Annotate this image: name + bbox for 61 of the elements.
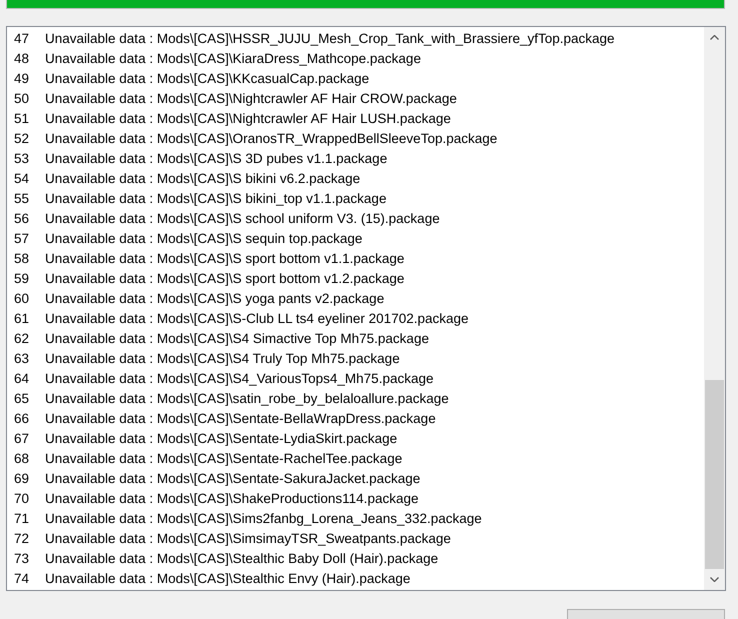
row-number: 49 — [14, 70, 30, 86]
row-text: Unavailable data : Mods\[CAS]\OranosTR_WrappedBellSleeveTop.package — [45, 130, 498, 146]
row-number: 67 — [14, 430, 30, 446]
row-text: Unavailable data : Mods\[CAS]\satin_robe_by_belaloallure.package — [45, 390, 449, 406]
row-text: Unavailable data : Mods\[CAS]\S school uniform V3. (15).package — [45, 210, 440, 226]
scrollbar-thumb[interactable] — [705, 380, 724, 569]
row-text: Unavailable data : Mods\[CAS]\S4 Simactive Top Mh75.package — [45, 330, 429, 346]
row-number: 48 — [14, 50, 30, 66]
row-number: 66 — [14, 410, 30, 426]
row-text: Unavailable data : Mods\[CAS]\S yoga pants v2.package — [45, 290, 384, 306]
row-number: 63 — [14, 350, 30, 366]
row-number: 51 — [14, 110, 30, 126]
row-number: 56 — [14, 210, 30, 226]
row-text: Unavailable data : Mods\[CAS]\SimsimayTSR_Sweatpants.package — [45, 530, 451, 546]
chevron-up-icon — [710, 35, 719, 40]
row-number: 57 — [14, 230, 30, 246]
row-text: Unavailable data : Mods\[CAS]\HSSR_JUJU_Mesh_Crop_Tank_with_Brassiere_yfTop.package — [45, 30, 615, 46]
row-number: 55 — [14, 190, 30, 206]
row-text: Unavailable data : Mods\[CAS]\Sentate-BellaWrapDress.package — [45, 410, 436, 426]
row-text: Unavailable data : Mods\[CAS]\KiaraDress_Mathcope.package — [45, 50, 421, 66]
row-text: Unavailable data : Mods\[CAS]\S bikini v6.2.package — [45, 170, 360, 186]
row-number: 71 — [14, 510, 30, 526]
row-text: Unavailable data : Mods\[CAS]\S bikini_top v1.1.package — [45, 190, 386, 206]
row-text: Unavailable data : Mods\[CAS]\S-Club LL ts4 eyeliner 201702.package — [45, 310, 469, 326]
row-number: 74 — [14, 570, 30, 586]
scrollbar[interactable] — [704, 27, 725, 590]
row-number: 69 — [14, 470, 30, 486]
row-number: 60 — [14, 290, 30, 306]
row-number: 70 — [14, 490, 30, 506]
row-number: 58 — [14, 250, 30, 266]
row-text: Unavailable data : Mods\[CAS]\S sport bottom v1.2.package — [45, 270, 404, 286]
row-number: 61 — [14, 310, 30, 326]
row-text: Unavailable data : Mods\[CAS]\Sentate-SakuraJacket.package — [45, 470, 420, 486]
row-text: Unavailable data : Mods\[CAS]\Stealthic Baby Doll (Hair).package — [45, 550, 438, 566]
row-text: Unavailable data : Mods\[CAS]\Sentate-LydiaSkirt.package — [45, 430, 398, 446]
row-number: 59 — [14, 270, 30, 286]
row-number: 68 — [14, 450, 30, 466]
row-number: 53 — [14, 150, 30, 166]
row-text: Unavailable data : Mods\[CAS]\Stealthic Envy (Hair).package — [45, 570, 410, 586]
row-text: Unavailable data : Mods\[CAS]\KKcasualCap.package — [45, 70, 370, 86]
row-text: Unavailable data : Mods\[CAS]\S4_VariousTops4_Mh75.package — [45, 370, 434, 386]
row-text: Unavailable data : Mods\[CAS]\S 3D pubes v1.1.package — [45, 150, 388, 166]
row-number: 65 — [14, 390, 30, 406]
row-number: 64 — [14, 370, 30, 386]
row-text: Unavailable data : Mods\[CAS]\ShakeProductions114.package — [45, 490, 418, 506]
row-number: 62 — [14, 330, 30, 346]
row-text: Unavailable data : Mods\[CAS]\S sequin top.package — [45, 230, 362, 246]
dialog-button[interactable] — [567, 609, 725, 619]
row-number: 52 — [14, 130, 30, 146]
row-number: 47 — [14, 30, 30, 46]
row-text: Unavailable data : Mods\[CAS]\Sims2fanbg_Lorena_Jeans_332.package — [45, 510, 482, 526]
row-number: 54 — [14, 170, 30, 186]
row-number: 72 — [14, 530, 30, 546]
row-number: 50 — [14, 90, 30, 106]
row-number: 73 — [14, 550, 30, 566]
chevron-down-icon — [710, 577, 719, 582]
row-text: Unavailable data : Mods\[CAS]\Nightcrawler AF Hair LUSH.package — [45, 110, 451, 126]
row-text: Unavailable data : Mods\[CAS]\S4 Truly Top Mh75.package — [45, 350, 400, 366]
row-text: Unavailable data : Mods\[CAS]\Nightcrawler AF Hair CROW.package — [45, 90, 457, 106]
row-text: Unavailable data : Mods\[CAS]\Sentate-RachelTee.package — [45, 450, 402, 466]
row-text: Unavailable data : Mods\[CAS]\S sport bottom v1.1.package — [45, 250, 404, 266]
